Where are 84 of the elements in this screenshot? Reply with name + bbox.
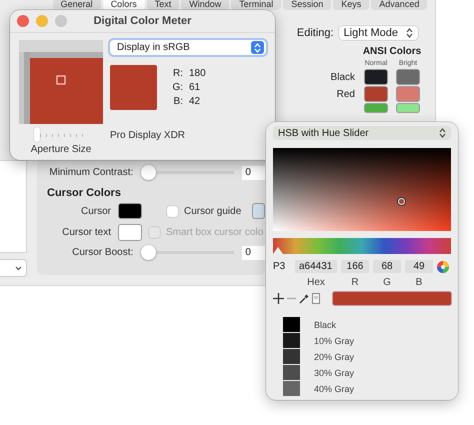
window-title: Digital Color Meter <box>94 15 192 27</box>
aperture-size-label: Aperture Size <box>30 144 92 155</box>
field-label: G <box>382 277 392 288</box>
color-swatch[interactable] <box>283 333 300 348</box>
tab[interactable]: Session <box>283 0 332 10</box>
display-mode-popup[interactable]: Display in sRGB <box>110 40 266 55</box>
hue-thumb[interactable] <box>273 247 283 254</box>
slider-thumb[interactable] <box>141 245 156 260</box>
value-field[interactable]: 49 <box>405 260 433 273</box>
chevron-icon <box>15 266 22 270</box>
color-mode-popup[interactable]: HSB with Hue Slider <box>273 126 451 140</box>
color-swatch[interactable] <box>397 87 419 101</box>
color-space-label: P3 <box>273 261 286 272</box>
color-swatch[interactable] <box>365 70 387 84</box>
field-label: B <box>414 277 424 288</box>
tab[interactable]: General <box>52 0 101 10</box>
color-swatch[interactable] <box>397 70 419 84</box>
color-swatch[interactable] <box>283 349 300 364</box>
swatch-name: 40% Gray <box>314 384 354 394</box>
channel-label: G: <box>171 82 184 93</box>
value-field[interactable]: a64431 <box>295 260 337 273</box>
tab[interactable]: Terminal <box>231 0 282 10</box>
color-swatch[interactable] <box>283 365 300 380</box>
slider-thumb[interactable] <box>34 127 40 142</box>
channel-label: R: <box>172 68 184 79</box>
checkbox[interactable] <box>167 206 178 216</box>
hue-slider[interactable] <box>273 238 451 254</box>
tab[interactable]: Advanced <box>371 0 428 10</box>
smart-box-label: Smart box cursor colo <box>166 227 264 238</box>
swatch-name: Black <box>314 320 336 330</box>
color-row-label: Black <box>330 72 355 82</box>
color-swatch[interactable] <box>253 204 264 218</box>
add-icon[interactable] <box>273 293 284 304</box>
tab[interactable]: Keys <box>333 0 370 10</box>
window-control-button[interactable] <box>55 15 67 27</box>
stepper-icon <box>254 42 261 52</box>
swatch-name: 30% Gray <box>314 368 354 378</box>
profile-list[interactable] <box>0 160 27 253</box>
color-wheel-icon[interactable] <box>437 260 449 272</box>
color-picker-area[interactable] <box>273 148 451 231</box>
eyedropper-icon[interactable] <box>299 294 309 304</box>
minimum-contrast-label: Minimum Contrast: <box>48 167 134 178</box>
slider-thumb[interactable] <box>141 165 156 180</box>
stepper-icon <box>406 28 413 38</box>
channel-value: 61 <box>189 82 202 93</box>
color-swatch[interactable] <box>397 104 419 112</box>
tab[interactable]: Window <box>181 0 230 10</box>
picker-crosshair-icon[interactable] <box>398 198 405 205</box>
color-swatch[interactable] <box>365 104 387 112</box>
cursor-boost-label: Cursor Boost: <box>71 247 134 258</box>
color-swatch[interactable] <box>283 317 300 332</box>
cursor-colors-heading: Cursor Colors <box>47 187 122 199</box>
cursor-text-label: Cursor text <box>61 227 111 238</box>
stepper-icon <box>439 128 446 138</box>
channel-value: 180 <box>189 68 206 79</box>
channel-value: 42 <box>189 96 202 107</box>
cursor-label: Cursor <box>80 206 111 216</box>
number-field[interactable]: 0 <box>242 166 265 180</box>
swatch-name: 10% Gray <box>314 336 354 346</box>
field-label: R <box>350 277 360 288</box>
value-field[interactable]: 68 <box>373 260 401 273</box>
color-row-label: Red <box>336 88 355 100</box>
channel-label: B: <box>172 96 184 107</box>
color-swatch[interactable] <box>119 204 141 218</box>
color-swatch[interactable] <box>283 381 300 396</box>
cursor-guide-label: Cursor guide <box>184 206 242 216</box>
color-sample <box>110 65 157 110</box>
current-color-well[interactable] <box>333 292 451 305</box>
window-control-button[interactable] <box>36 15 48 27</box>
editing-label: Editing: <box>296 27 334 39</box>
window-control-button[interactable] <box>17 15 29 27</box>
display-name: Pro Display XDR <box>110 130 186 141</box>
field-label: Hex <box>306 277 326 288</box>
ansi-colors-heading: ANSI Colors <box>362 46 422 57</box>
tab[interactable]: Colors <box>102 0 145 10</box>
swatch-name: 20% Gray <box>314 352 354 362</box>
editing-popup[interactable]: Light Mode <box>338 26 418 40</box>
number-field[interactable]: 0 <box>242 246 265 260</box>
color-swatch[interactable] <box>119 225 141 240</box>
tab[interactable]: Text <box>146 0 180 10</box>
value-field[interactable]: 166 <box>341 260 369 273</box>
remove-icon[interactable] <box>287 297 296 300</box>
profile-popup[interactable] <box>0 259 27 277</box>
color-swatch[interactable] <box>365 87 387 101</box>
